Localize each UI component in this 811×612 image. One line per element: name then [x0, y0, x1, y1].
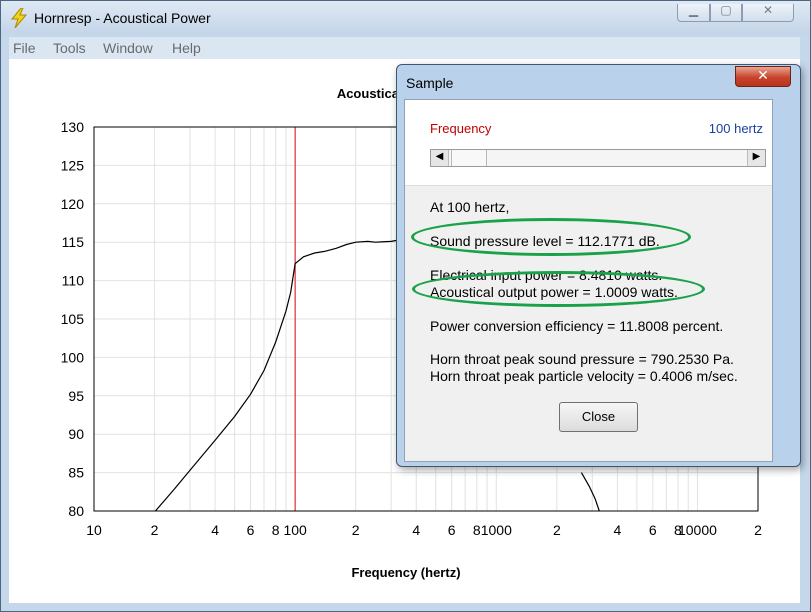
x-tick-label: 1000: [481, 522, 512, 538]
y-tick-label: 130: [61, 119, 85, 135]
y-tick-label: 110: [62, 273, 85, 289]
dialog-close-button[interactable]: ✕: [735, 66, 791, 87]
menu-tools[interactable]: Tools: [53, 40, 86, 56]
minimize-button[interactable]: ▁: [677, 3, 710, 22]
close-button[interactable]: Close: [559, 402, 638, 432]
y-tick-label: 115: [62, 234, 85, 250]
x-tick-label: 2: [754, 522, 762, 538]
x-tick-label: 4: [412, 522, 420, 538]
frequency-slider[interactable]: ◀ ▶: [430, 149, 766, 167]
throat-pressure-text: Horn throat peak sound pressure = 790.25…: [430, 351, 734, 367]
x-tick-label: 10000: [678, 522, 717, 538]
x-tick-label: 8: [473, 522, 481, 538]
x-tick-label: 6: [448, 522, 456, 538]
x-tick-label: 10: [86, 522, 102, 538]
y-tick-label: 85: [68, 465, 84, 481]
x-tick-label: 2: [553, 522, 561, 538]
throat-velocity-text: Horn throat peak particle velocity = 0.4…: [430, 368, 738, 384]
right-arrow-icon: ▶: [752, 151, 761, 162]
x-tick-label: 6: [247, 522, 255, 538]
sample-dialog: Sample ✕ Frequency 100 hertz ◀ ▶ At 100 …: [396, 64, 801, 467]
x-tick-label: 100: [283, 522, 307, 538]
lightning-bolt-icon: [10, 8, 28, 28]
title-bar[interactable]: Hornresp - Acoustical Power ▁ ▢ ✕: [1, 1, 810, 34]
x-tick-label: 4: [614, 522, 622, 538]
x-tick-label: 2: [352, 522, 360, 538]
y-tick-label: 120: [61, 196, 85, 212]
y-tick-label: 105: [61, 311, 85, 327]
left-arrow-icon: ◀: [435, 151, 444, 162]
window-close-button[interactable]: ✕: [742, 3, 794, 22]
menu-window[interactable]: Window: [103, 40, 153, 56]
menu-help[interactable]: Help: [172, 40, 201, 56]
efficiency-text: Power conversion efficiency = 11.8008 pe…: [430, 318, 724, 334]
slider-right-button[interactable]: ▶: [747, 150, 765, 166]
x-tick-label: 8: [272, 522, 280, 538]
minimize-icon: ▁: [688, 3, 699, 17]
y-tick-label: 125: [61, 157, 85, 173]
menu-bar: File Tools Window Help: [9, 37, 800, 59]
menu-file[interactable]: File: [13, 40, 36, 56]
close-icon: ✕: [762, 3, 774, 17]
x-axis-label: Frequency (hertz): [351, 565, 460, 580]
window-title: Hornresp - Acoustical Power: [34, 10, 211, 26]
dialog-title: Sample: [406, 75, 454, 91]
y-tick-label: 100: [61, 349, 85, 365]
power-curve-line: [580, 472, 600, 512]
frequency-panel: Frequency 100 hertz ◀ ▶: [405, 100, 772, 186]
slider-thumb[interactable]: [450, 150, 487, 166]
close-icon: ✕: [757, 68, 769, 84]
maximize-icon: ▢: [720, 3, 732, 17]
x-tick-label: 2: [151, 522, 159, 538]
maximize-button[interactable]: ▢: [710, 3, 742, 22]
y-tick-label: 80: [68, 503, 84, 519]
y-tick-label: 95: [68, 388, 84, 404]
spl-highlight-ellipse: [411, 218, 691, 256]
x-tick-label: 6: [649, 522, 657, 538]
at-frequency-text: At 100 hertz,: [430, 199, 510, 215]
y-tick-label: 90: [68, 426, 84, 442]
frequency-value: 100 hertz: [708, 121, 763, 136]
frequency-label: Frequency: [430, 121, 492, 136]
acoustical-highlight-ellipse: [412, 271, 705, 307]
x-tick-label: 4: [211, 522, 219, 538]
slider-left-button[interactable]: ◀: [431, 150, 449, 166]
